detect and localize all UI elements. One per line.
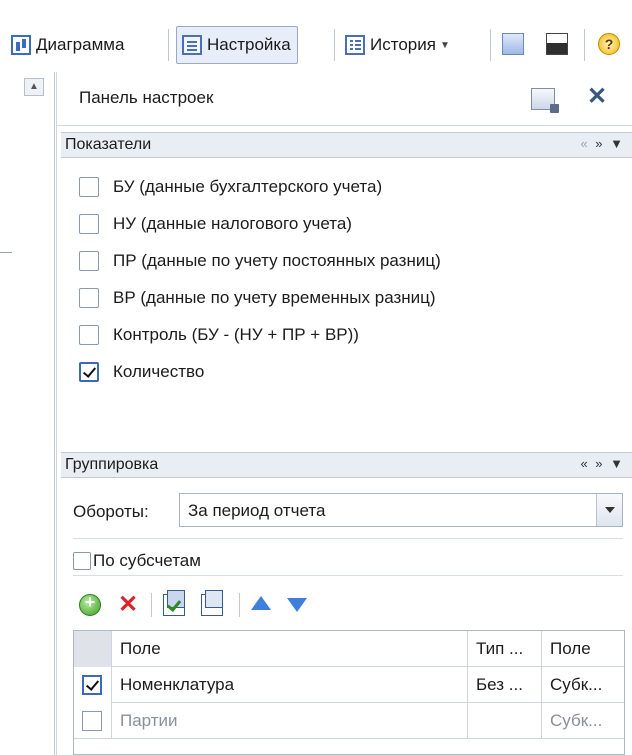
- grouping-table: Поле Тип ... Поле Номенклатура Без ... С…: [73, 630, 625, 755]
- section-title: Показатели: [65, 136, 152, 153]
- toolbar-separator: [490, 29, 491, 61]
- indicators-section-header[interactable]: Показатели « » ▼: [61, 132, 632, 158]
- toolbar-separator: [334, 29, 335, 61]
- table-header: Поле Тип ... Поле: [74, 631, 624, 667]
- divider: [73, 538, 623, 539]
- checkbox-label: ПР (данные по учету постоянных разниц): [113, 251, 441, 270]
- table-cell[interactable]: [468, 703, 542, 739]
- checkbox[interactable]: [82, 711, 102, 731]
- checkbox-label: ВР (данные по учету временных разниц): [113, 288, 436, 307]
- uncheck-all-icon[interactable]: [201, 590, 223, 616]
- settings-button[interactable]: Настройка: [176, 26, 298, 64]
- divider: [0, 252, 12, 253]
- history-button[interactable]: История ▼: [340, 26, 450, 64]
- export-icon[interactable]: [502, 33, 524, 55]
- panel-settings-icon[interactable]: [531, 88, 559, 113]
- column-header[interactable]: Тип ...: [468, 631, 542, 667]
- table-cell[interactable]: Субк...: [542, 703, 624, 739]
- table-row[interactable]: Партии Субк...: [74, 703, 624, 739]
- divider: [54, 72, 55, 755]
- settings-panel: Панель настроек ✕ Показатели « » ▼ БУ (д…: [56, 72, 632, 755]
- indicator-checkbox-control[interactable]: Контроль (БУ - (НУ + ПР + ВР)): [79, 320, 359, 350]
- section-title: Группировка: [65, 456, 159, 473]
- table-row[interactable]: Номенклатура Без ... Субк...: [74, 667, 624, 703]
- chart-icon: [11, 35, 31, 55]
- chevron-down-icon[interactable]: [596, 494, 622, 526]
- toolbar-separator: [239, 593, 240, 617]
- turnover-value: За период отчета: [188, 501, 326, 520]
- help-icon[interactable]: ?: [598, 33, 620, 55]
- settings-panel-icon: [182, 35, 202, 55]
- indicator-checkbox-quantity[interactable]: Количество: [79, 357, 204, 387]
- panel-header: Панель настроек ✕: [57, 72, 632, 126]
- checkbox-label: По субсчетам: [93, 551, 201, 570]
- toolbar-separator: [584, 29, 585, 61]
- turnover-select[interactable]: За период отчета: [179, 493, 623, 527]
- diagram-button[interactable]: Диаграмма: [6, 26, 124, 64]
- delete-icon[interactable]: ✕: [117, 593, 139, 617]
- row-checkbox-cell[interactable]: [74, 703, 112, 739]
- checkbox[interactable]: [82, 675, 102, 695]
- toolbar-separator: [168, 29, 169, 61]
- checkbox-label: НУ (данные налогового учета): [113, 214, 352, 233]
- row-checkbox-cell[interactable]: [74, 667, 112, 703]
- scroll-up-button[interactable]: ▲: [24, 78, 44, 96]
- indicator-checkbox-bu[interactable]: БУ (данные бухгалтерского учета): [79, 172, 382, 202]
- arrow-up-icon[interactable]: [251, 596, 271, 610]
- checkbox-label: Количество: [113, 362, 205, 381]
- checkbox[interactable]: [79, 325, 99, 345]
- checkbox[interactable]: [79, 288, 99, 308]
- toolbar-separator: [151, 593, 152, 617]
- save-icon[interactable]: [546, 33, 568, 55]
- checkbox[interactable]: [79, 214, 99, 234]
- column-header[interactable]: Поле: [542, 631, 624, 667]
- close-icon[interactable]: ✕: [587, 84, 607, 110]
- grouping-toolbar: ✕: [79, 590, 379, 620]
- divider: [73, 575, 623, 576]
- indicator-checkbox-pr[interactable]: ПР (данные по учету постоянных разниц): [79, 246, 441, 276]
- indicator-checkbox-vr[interactable]: ВР (данные по учету временных разниц): [79, 283, 436, 313]
- table-cell[interactable]: Без ...: [468, 667, 542, 703]
- column-header[interactable]: Поле: [112, 631, 468, 667]
- grouping-section-header[interactable]: Группировка « » ▼: [61, 452, 632, 478]
- checkbox-label: Контроль (БУ - (НУ + ПР + ВР)): [113, 325, 359, 344]
- subaccounts-checkbox[interactable]: По субсчетам: [73, 551, 201, 571]
- checkbox[interactable]: [79, 177, 99, 197]
- section-controls[interactable]: « » ▼: [580, 136, 625, 151]
- add-icon[interactable]: [79, 592, 101, 616]
- arrow-down-icon[interactable]: [287, 598, 307, 612]
- turnover-label: Обороты:: [73, 502, 149, 521]
- checkbox[interactable]: [79, 362, 99, 382]
- panel-title: Панель настроек: [79, 88, 214, 107]
- history-list-icon: [345, 35, 365, 55]
- checkbox[interactable]: [79, 251, 99, 271]
- table-cell[interactable]: Партии: [112, 703, 468, 739]
- left-strip: ▲: [0, 72, 56, 755]
- table-cell[interactable]: Субк...: [542, 667, 624, 703]
- indicator-checkbox-nu[interactable]: НУ (данные налогового учета): [79, 209, 352, 239]
- history-label: История: [370, 35, 436, 54]
- section-controls[interactable]: « » ▼: [580, 456, 625, 471]
- settings-label: Настройка: [207, 35, 291, 54]
- checkbox-label: БУ (данные бухгалтерского учета): [113, 177, 383, 196]
- chevron-down-icon: ▼: [439, 39, 450, 51]
- header-cell: [74, 631, 112, 667]
- checkbox[interactable]: [73, 552, 91, 570]
- check-all-icon[interactable]: [163, 590, 185, 616]
- table-cell[interactable]: Номенклатура: [112, 667, 468, 703]
- diagram-label: Диаграмма: [36, 35, 125, 54]
